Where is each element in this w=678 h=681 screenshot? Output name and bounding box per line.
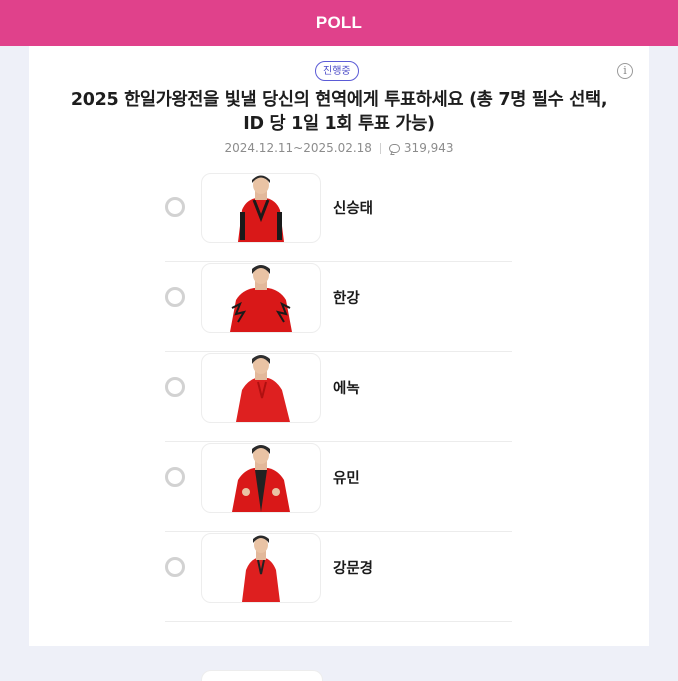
- candidate-photo: [201, 443, 321, 513]
- candidate-name: 신승태: [333, 201, 374, 217]
- radio-button[interactable]: [165, 377, 185, 397]
- candidate-photo: [201, 533, 321, 603]
- poll-option[interactable]: 한강: [165, 262, 512, 352]
- poll-option[interactable]: 에녹: [165, 352, 512, 442]
- poll-title: 2025 한일가왕전을 빛낼 당신의 현역에게 투표하세요 (총 7명 필수 선…: [70, 90, 608, 134]
- radio-button[interactable]: [165, 197, 185, 217]
- meta-divider: [379, 142, 381, 154]
- radio-button[interactable]: [165, 287, 185, 307]
- poll-card: 진행중 i 2025 한일가왕전을 빛낼 당신의 현역에게 투표하세요 (총 7…: [29, 46, 649, 681]
- candidate-photo-partial: [201, 670, 323, 681]
- candidate-name: 강문경: [333, 561, 374, 577]
- comment-count: 319,943: [403, 141, 454, 155]
- candidate-name: 유민: [333, 471, 360, 487]
- candidate-name: 에녹: [333, 381, 360, 397]
- candidate-photo: [201, 263, 321, 333]
- poll-meta: 2024.12.11~2025.02.18 319,943: [29, 141, 649, 155]
- comment-icon: [388, 143, 400, 153]
- candidate-photo: [201, 353, 321, 423]
- radio-button[interactable]: [165, 557, 185, 577]
- radio-button[interactable]: [165, 467, 185, 487]
- candidate-name: 한강: [333, 291, 360, 307]
- page-title: POLL: [315, 13, 363, 32]
- poll-period: 2024.12.11~2025.02.18: [224, 141, 372, 155]
- poll-option[interactable]: 강문경: [165, 532, 512, 622]
- top-bar: POLL: [0, 0, 678, 46]
- info-icon[interactable]: i: [617, 63, 633, 79]
- option-list: 신승태 한강 에녹 유민 강문경: [165, 172, 512, 622]
- poll-option[interactable]: 신승태: [165, 172, 512, 262]
- poll-option[interactable]: 유민: [165, 442, 512, 532]
- status-badge: 진행중: [315, 61, 359, 81]
- candidate-photo: [201, 173, 321, 243]
